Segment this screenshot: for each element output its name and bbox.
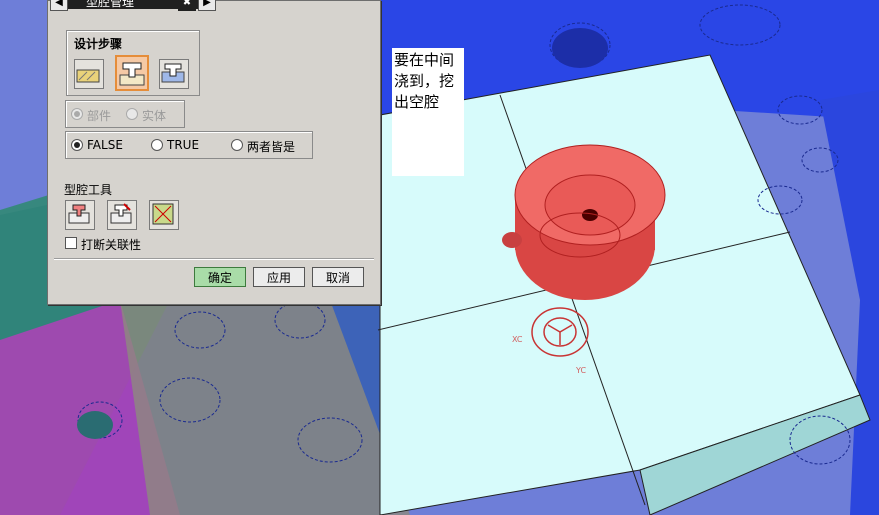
- break-associativity-checkbox[interactable]: [65, 237, 77, 249]
- apply-button[interactable]: 应用: [253, 267, 305, 287]
- radio-part-label: 部件: [87, 109, 112, 123]
- step-check-interference-button[interactable]: [159, 59, 189, 89]
- target-body-icon: [76, 69, 100, 83]
- radio-solid[interactable]: [126, 108, 138, 120]
- mode-group: FALSE TRUE 两者皆是: [65, 131, 313, 159]
- step-tool-body-button[interactable]: [115, 55, 149, 91]
- annotation-note: 要在中间浇到，挖出空腔: [392, 48, 464, 176]
- subtract-icon: [110, 203, 132, 224]
- radio-both-label: 两者皆是: [247, 140, 296, 154]
- dialog-separator: [54, 258, 374, 260]
- check-cavity-icon: [152, 203, 174, 225]
- step-target-body-button[interactable]: [74, 59, 104, 89]
- radio-true[interactable]: [151, 139, 163, 151]
- create-cavity-icon: [68, 204, 90, 224]
- titlebar-forward-icon[interactable]: ▶: [198, 0, 216, 11]
- axis-y-label: YC: [575, 366, 586, 375]
- titlebar-close-icon[interactable]: ✖: [178, 0, 196, 11]
- axis-x-label: XC: [512, 335, 523, 344]
- design-steps-group: 设计步骤: [66, 30, 200, 96]
- tool-body-icon: [119, 62, 145, 86]
- tool-create-cavity-button[interactable]: [65, 200, 95, 230]
- interference-icon: [161, 63, 185, 83]
- tool-subtract-button[interactable]: [107, 200, 137, 230]
- titlebar-back-icon[interactable]: ◀: [50, 0, 68, 11]
- cavity-management-dialog: ◀ 型腔管理 ✖ ▶ 设计步骤 部件 实体 FALSE TRUE 两者皆是 型腔…: [47, 0, 381, 305]
- body-type-group: 部件 实体: [65, 100, 185, 128]
- radio-true-label: TRUE: [167, 138, 200, 152]
- radio-false-label: FALSE: [87, 138, 123, 152]
- cancel-button[interactable]: 取消: [312, 267, 364, 287]
- ok-button[interactable]: 确定: [194, 267, 246, 287]
- design-steps-label: 设计步骤: [74, 37, 123, 51]
- dark-hole-2: [77, 411, 113, 439]
- radio-both[interactable]: [231, 139, 243, 151]
- dark-hole: [552, 28, 608, 68]
- radio-solid-label: 实体: [142, 109, 167, 123]
- radio-part[interactable]: [71, 108, 83, 120]
- tool-check-button[interactable]: [149, 200, 179, 230]
- cavity-tools-label: 型腔工具: [64, 183, 113, 197]
- radio-false[interactable]: [71, 139, 83, 151]
- break-associativity-label: 打断关联性: [81, 238, 142, 252]
- dialog-titlebar[interactable]: ◀ 型腔管理 ✖ ▶: [48, 0, 218, 11]
